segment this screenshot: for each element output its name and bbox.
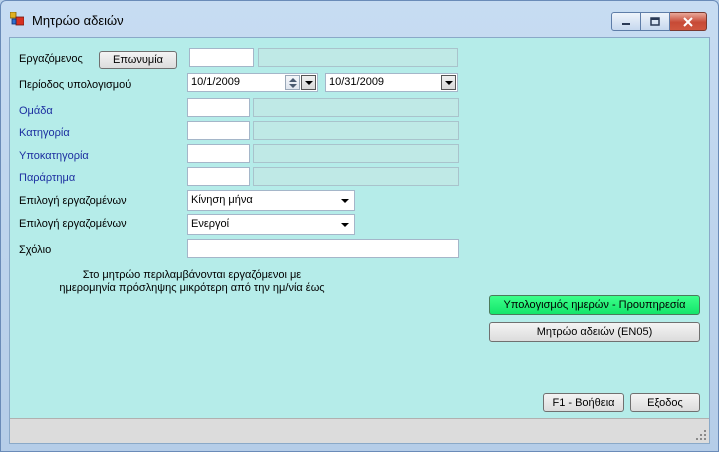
- period-from-spinner[interactable]: [285, 75, 300, 90]
- period-to-picker[interactable]: 10/31/2009: [325, 73, 458, 92]
- surname-button[interactable]: Επωνυμία: [99, 51, 177, 69]
- maximize-icon: [650, 16, 660, 26]
- employee-selection-label-2: Επιλογή εργαζομένων: [19, 218, 127, 230]
- exit-button[interactable]: Εξοδος: [630, 393, 700, 412]
- chevron-down-icon: [341, 223, 349, 227]
- close-icon: [683, 16, 693, 27]
- help-button[interactable]: F1 - Βοήθεια: [543, 393, 624, 412]
- subcategory-name-field: [253, 144, 459, 163]
- info-note-line-1: Στο μητρώο περιλαμβάνονται εργαζόμενοι μ…: [82, 269, 302, 281]
- info-note: Στο μητρώο περιλαμβάνονται εργαζόμενοι μ…: [47, 269, 337, 295]
- minimize-icon: [622, 22, 630, 25]
- surname-button-label: Επωνυμία: [112, 54, 163, 66]
- category-label: Κατηγορία: [19, 127, 70, 139]
- calc-days-button-label: Υπολογισμός ημερών - Προυπηρεσία: [503, 299, 686, 311]
- subcategory-code-input[interactable]: [187, 144, 250, 163]
- calc-days-button[interactable]: Υπολογισμός ημερών - Προυπηρεσία: [489, 295, 700, 315]
- app-icon: [10, 12, 24, 26]
- employee-label: Εργαζόμενος: [19, 53, 83, 65]
- comment-label: Σχόλιο: [19, 244, 52, 256]
- category-code-input[interactable]: [187, 121, 250, 140]
- category-name-field: [253, 121, 459, 140]
- comment-input[interactable]: [187, 239, 459, 258]
- employee-name-field: [258, 48, 458, 67]
- branch-label: Παράρτημα: [19, 172, 76, 184]
- exit-button-label: Εξοδος: [647, 396, 683, 409]
- employee-selection-dropdown-1[interactable]: Κίνηση μήνα: [187, 190, 355, 211]
- branch-code-input[interactable]: [187, 167, 250, 186]
- chevron-down-icon: [305, 81, 313, 85]
- employee-code-input[interactable]: [189, 48, 254, 67]
- resize-grip-icon[interactable]: [695, 429, 707, 441]
- close-button[interactable]: [670, 12, 707, 31]
- period-from-dropdown[interactable]: [301, 75, 316, 90]
- period-from-picker[interactable]: 10/1/2009: [187, 73, 318, 92]
- spin-down-icon: [289, 84, 297, 88]
- window-title: Μητρώο αδειών: [32, 13, 124, 28]
- group-name-field: [253, 98, 459, 117]
- leave-register-button[interactable]: Μητρώο αδειών (ΕΝ05): [489, 322, 700, 342]
- leave-register-button-label: Μητρώο αδειών (ΕΝ05): [536, 326, 653, 338]
- maximize-button[interactable]: [641, 12, 670, 31]
- branch-name-field: [253, 167, 459, 186]
- employee-selection-value-1: Κίνηση μήνα: [191, 194, 253, 206]
- employee-selection-dropdown-2[interactable]: Ενεργοί: [187, 214, 355, 235]
- help-button-label: F1 - Βοήθεια: [552, 396, 615, 409]
- form-panel: Εργαζόμενος Επωνυμία Περίοδος υπολογισμο…: [9, 37, 710, 444]
- chevron-down-icon: [445, 81, 453, 85]
- period-to-value: 10/31/2009: [329, 76, 385, 88]
- info-note-line-2: ημερομηνία πρόσληψης μικρότερη από την η…: [59, 282, 325, 294]
- group-label: Ομάδα: [19, 105, 53, 117]
- subcategory-label: Υποκατηγορία: [19, 150, 89, 162]
- chevron-down-icon: [341, 199, 349, 203]
- employee-selection-value-2: Ενεργοί: [191, 218, 230, 230]
- period-from-value: 10/1/2009: [191, 76, 240, 88]
- status-bar: [10, 418, 709, 443]
- minimize-button[interactable]: [611, 12, 641, 31]
- employee-selection-label-1: Επιλογή εργαζομένων: [19, 195, 127, 207]
- period-label: Περίοδος υπολογισμού: [19, 79, 132, 91]
- group-code-input[interactable]: [187, 98, 250, 117]
- spin-up-icon: [289, 78, 297, 82]
- app-window: Μητρώο αδειών Εργαζόμενος Επωνυμία Περίο…: [0, 0, 719, 452]
- title-bar: Μητρώο αδειών: [1, 1, 718, 37]
- period-to-dropdown[interactable]: [441, 75, 456, 90]
